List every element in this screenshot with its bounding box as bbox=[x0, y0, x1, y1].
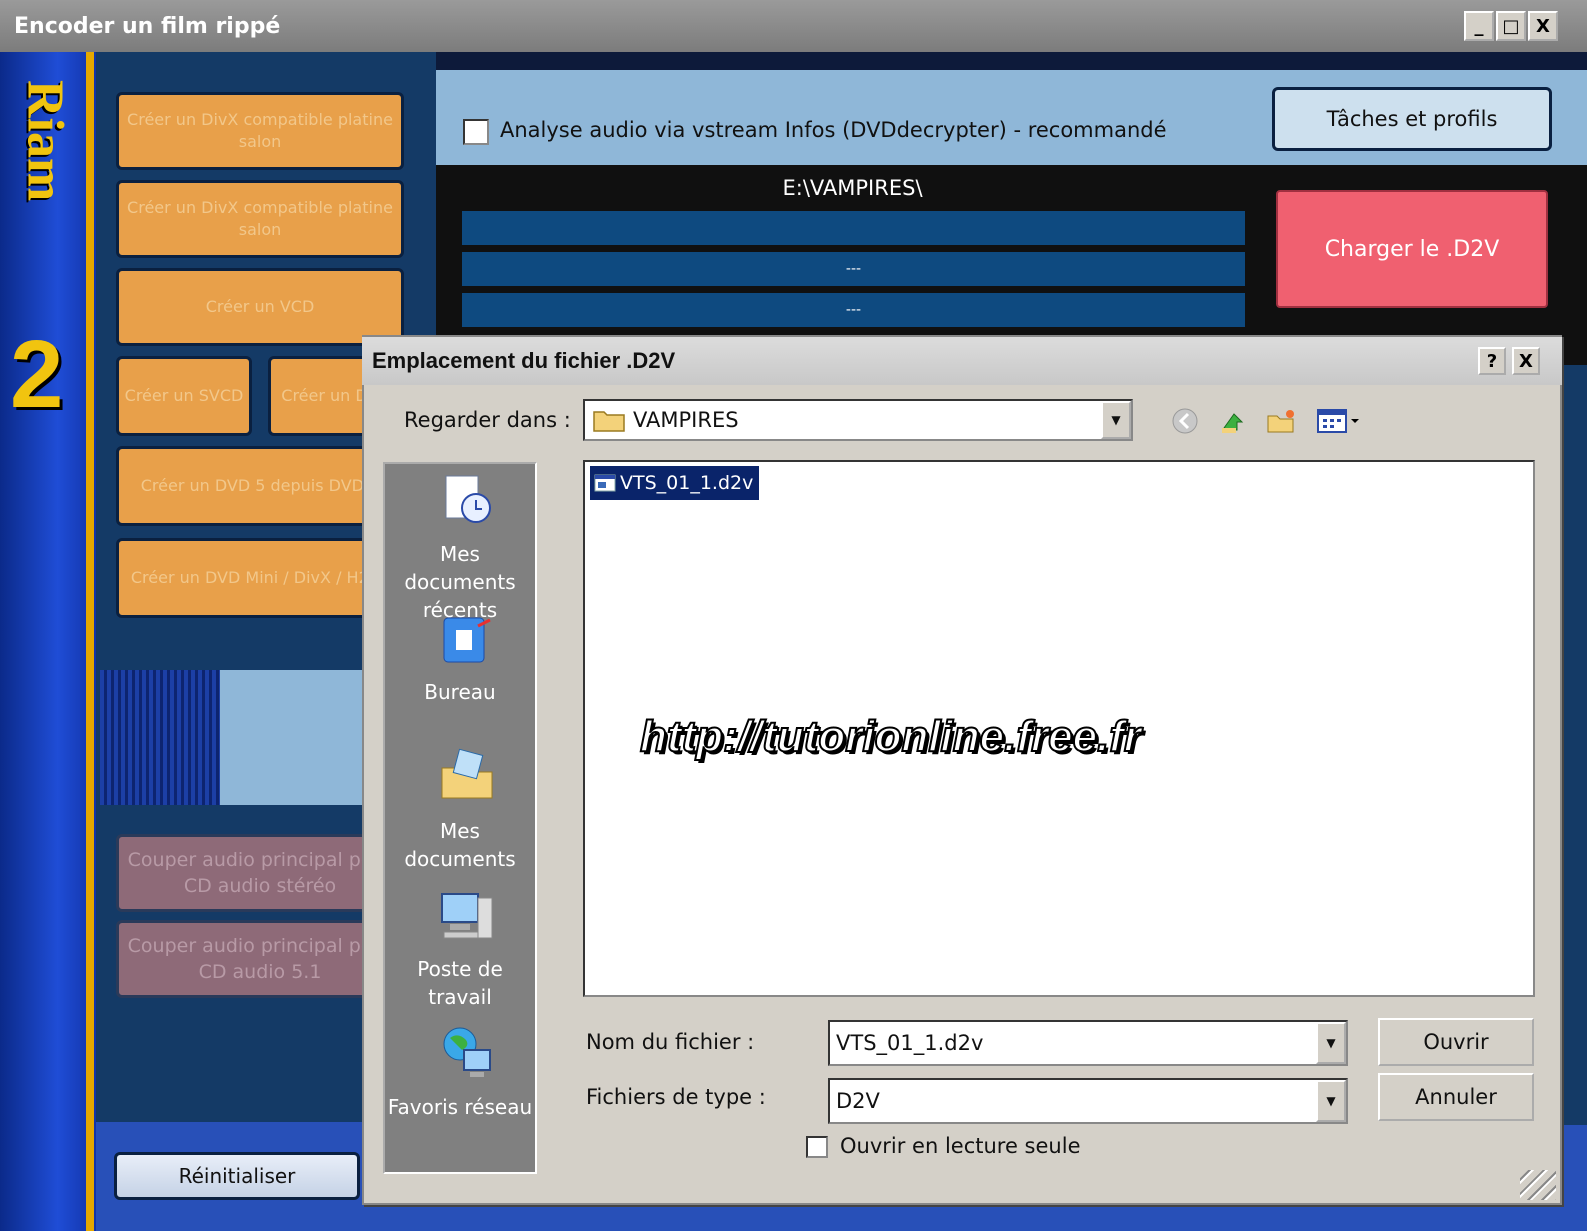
info-bar-1 bbox=[462, 211, 1245, 245]
resize-grip-icon[interactable] bbox=[1520, 1170, 1556, 1200]
maximize-button[interactable]: □ bbox=[1496, 11, 1526, 41]
dialog-close-button[interactable]: X bbox=[1512, 347, 1540, 375]
place-desktop[interactable]: Bureau bbox=[383, 678, 537, 706]
cancel-button[interactable]: Annuler bbox=[1378, 1073, 1534, 1121]
source-path: E:\VAMPIRES\ bbox=[782, 176, 923, 200]
desktop-icon[interactable] bbox=[438, 612, 496, 670]
chevron-down-icon[interactable]: ▼ bbox=[1101, 401, 1131, 439]
chevron-down-icon[interactable]: ▼ bbox=[1316, 1080, 1346, 1122]
create-divx-button-1[interactable]: Créer un DivX compatible platine salon bbox=[116, 92, 404, 170]
minimize-button[interactable]: _ bbox=[1464, 11, 1494, 41]
open-button[interactable]: Ouvrir bbox=[1378, 1018, 1534, 1066]
filetype-select[interactable]: D2V ▼ bbox=[828, 1078, 1348, 1124]
close-button[interactable]: X bbox=[1528, 11, 1558, 41]
place-network[interactable]: Favoris réseau bbox=[383, 1093, 537, 1121]
cut-audio-51-button[interactable]: Couper audio principal pour CD audio 5.1 bbox=[116, 920, 404, 998]
d2v-file-icon bbox=[594, 474, 616, 492]
filename-value: VTS_01_1.d2v bbox=[836, 1031, 984, 1055]
riam-logo: Riam bbox=[16, 80, 74, 202]
create-svcd-button[interactable]: Créer un SVCD bbox=[116, 356, 252, 436]
audio-analysis-checkbox[interactable] bbox=[463, 119, 489, 145]
new-folder-icon[interactable] bbox=[1264, 404, 1298, 438]
readonly-checkbox[interactable] bbox=[806, 1136, 828, 1158]
load-d2v-button[interactable]: Charger le .D2V bbox=[1276, 190, 1548, 308]
chevron-down-icon[interactable]: ▼ bbox=[1316, 1022, 1346, 1064]
readonly-label: Ouvrir en lecture seule bbox=[840, 1134, 1081, 1158]
create-divx-button-2[interactable]: Créer un DivX compatible platine salon bbox=[116, 180, 404, 258]
progress-stripes bbox=[100, 670, 220, 805]
filetype-value: D2V bbox=[836, 1089, 880, 1113]
look-in-combo[interactable]: VAMPIRES ▼ bbox=[583, 399, 1133, 441]
dialog-help-button[interactable]: ? bbox=[1478, 347, 1506, 375]
tasks-profiles-button[interactable]: Tâches et profils bbox=[1272, 87, 1552, 151]
back-icon[interactable] bbox=[1168, 404, 1202, 438]
look-in-value: VAMPIRES bbox=[633, 408, 739, 432]
watermark-url: http://tutorionline.free.fr bbox=[639, 711, 1142, 762]
info-bar-3: --- bbox=[462, 293, 1245, 327]
folder-icon bbox=[593, 411, 625, 432]
filetype-label: Fichiers de type : bbox=[586, 1085, 766, 1109]
create-vcd-button[interactable]: Créer un VCD bbox=[116, 268, 404, 346]
place-my-computer[interactable]: Poste de travail bbox=[383, 955, 537, 1011]
create-dvd5-button[interactable]: Créer un DVD 5 depuis DVD 9 bbox=[116, 446, 404, 526]
window-title: Encoder un film rippé bbox=[14, 14, 281, 39]
view-menu-icon[interactable] bbox=[1314, 404, 1362, 438]
reset-button[interactable]: Réinitialiser bbox=[114, 1152, 360, 1200]
look-in-label: Regarder dans : bbox=[404, 408, 571, 432]
brand-divider bbox=[86, 52, 94, 1231]
cut-audio-stereo-button[interactable]: Couper audio principal pour CD audio sté… bbox=[116, 834, 404, 912]
file-item[interactable]: VTS_01_1.d2v bbox=[590, 466, 760, 500]
filename-field[interactable]: VTS_01_1.d2v ▼ bbox=[828, 1020, 1348, 1066]
create-dvd-mini-button[interactable]: Créer un DVD Mini / DivX / H264 bbox=[116, 538, 404, 618]
place-my-documents[interactable]: Mes documents bbox=[383, 817, 537, 873]
network-places-icon[interactable] bbox=[438, 1022, 496, 1080]
audio-analysis-label: Analyse audio via vstream Infos (DVDdecr… bbox=[500, 118, 1167, 142]
dialog-title: Emplacement du fichier .D2V bbox=[372, 348, 676, 373]
my-computer-icon[interactable] bbox=[438, 888, 496, 946]
filename-label: Nom du fichier : bbox=[586, 1030, 755, 1054]
recent-documents-icon[interactable] bbox=[438, 470, 496, 528]
riam-version-number: 2 bbox=[10, 321, 64, 428]
up-folder-icon[interactable] bbox=[1216, 404, 1250, 438]
file-item-name: VTS_01_1.d2v bbox=[620, 472, 754, 494]
info-bar-2: --- bbox=[462, 252, 1245, 286]
my-documents-icon[interactable] bbox=[438, 748, 496, 806]
